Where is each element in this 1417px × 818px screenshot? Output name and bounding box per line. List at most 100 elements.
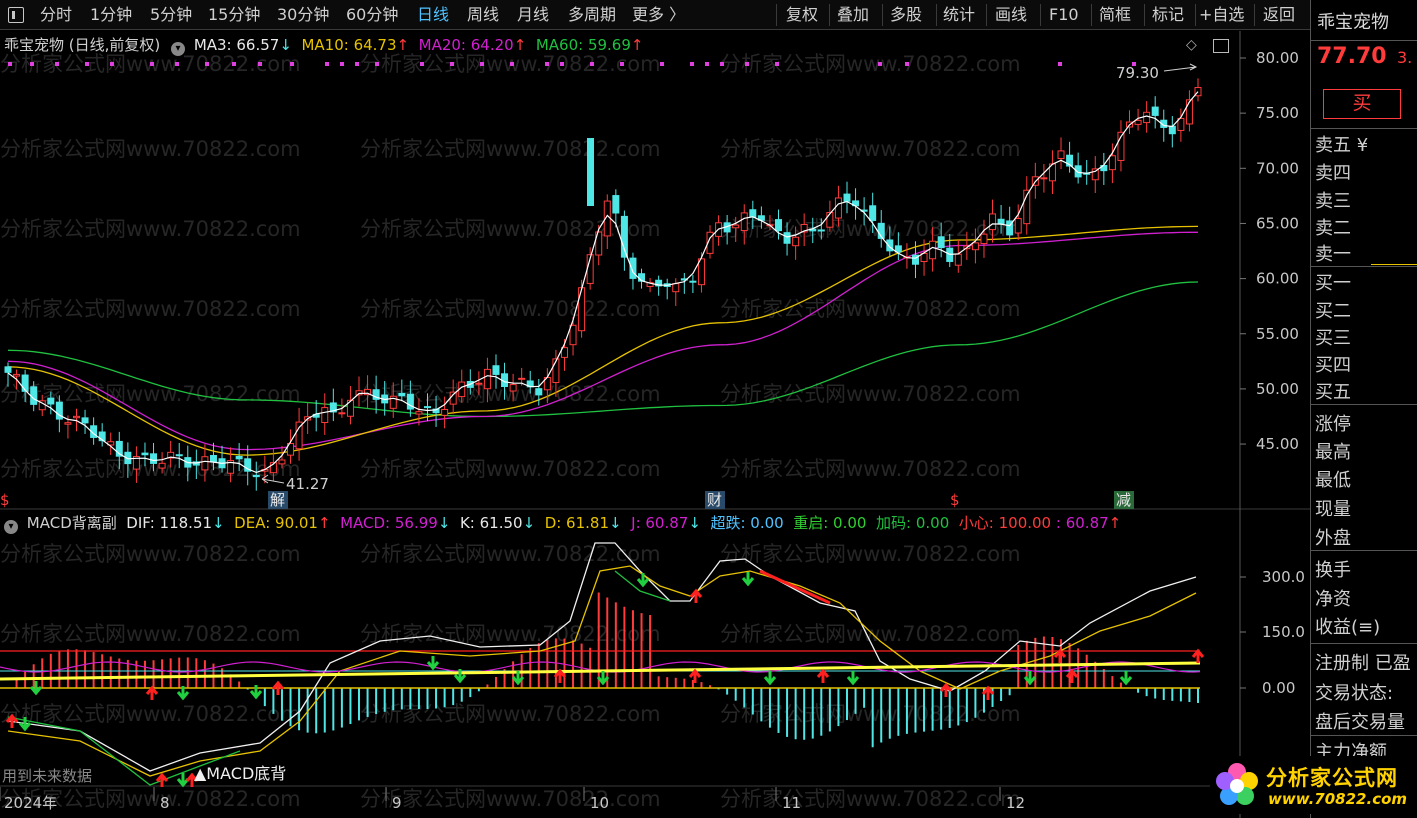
- tab-weekly[interactable]: 周线: [467, 0, 499, 30]
- sell-4: 卖四: [1315, 163, 1351, 184]
- tab-60min[interactable]: 60分钟: [346, 0, 398, 30]
- x-tick-label: 12: [1006, 794, 1025, 812]
- candle-body: [483, 368, 491, 390]
- btn-f10[interactable]: F10: [1049, 0, 1079, 30]
- btn-diejia[interactable]: 叠加: [837, 0, 869, 30]
- watermark-text: 分析家公式网www.70822.com: [720, 787, 1021, 811]
- down-arrow-icon: [741, 572, 755, 587]
- panel-toggle-icon[interactable]: [1213, 39, 1229, 53]
- toolbar-divider: [1195, 4, 1196, 26]
- signal-dot: [375, 62, 379, 66]
- main-legend: 乖宝宠物 (日线,前复权) ▾ MA3: 66.57↓ MA10: 64.73↑…: [4, 35, 643, 56]
- btn-add-watchlist[interactable]: +自选: [1199, 0, 1244, 30]
- site-logo: 分析家公式网 www.70822.com: [1210, 756, 1410, 814]
- ma3-label: MA3: 66.57: [193, 36, 280, 54]
- candle-body: [732, 224, 740, 229]
- sell-5: 卖五 ¥: [1315, 135, 1369, 156]
- candle-body: [954, 253, 962, 266]
- candle-body: [13, 373, 21, 377]
- chart-area[interactable]: 分析家公式网www.70822.com 分析家公式网www.70822.com 分析…: [0, 31, 1310, 818]
- tab-more[interactable]: 更多 〉: [632, 0, 685, 30]
- candle-body: [492, 365, 500, 375]
- signal-dot: [355, 62, 359, 66]
- toolbar-divider: [1144, 4, 1145, 26]
- chevron-circle-icon[interactable]: ▾: [4, 520, 18, 534]
- candle-body: [175, 454, 183, 457]
- candle-body: [629, 257, 637, 279]
- buy-4: 买四: [1315, 355, 1351, 376]
- jiama-label: 加码: 0.00: [876, 514, 950, 532]
- candle-body: [321, 407, 329, 424]
- candle-body: [475, 382, 483, 385]
- tab-fenshi[interactable]: 分时: [40, 0, 72, 30]
- sub-title[interactable]: MACD背离副: [27, 514, 117, 532]
- marker-dollar: $: [950, 491, 960, 509]
- btn-duogu[interactable]: 多股: [890, 0, 922, 30]
- signal-dot: [420, 62, 424, 66]
- candle-body: [72, 415, 80, 419]
- kline-chart[interactable]: 分析家公式网www.70822.com 分析家公式网www.70822.com 分析…: [0, 31, 1310, 818]
- chevron-circle-icon[interactable]: ▾: [171, 42, 186, 56]
- signal-dot: [1058, 62, 1062, 66]
- candle-body: [1074, 165, 1082, 178]
- btn-huaxian[interactable]: 画线: [995, 0, 1027, 30]
- watermark-text: 分析家公式网www.70822.com: [360, 457, 661, 481]
- signal-dot: [690, 62, 694, 66]
- watermark-text: 分析家公式网www.70822.com: [720, 297, 1021, 321]
- buy-1: 买一: [1315, 273, 1351, 294]
- price-marker-line: [1371, 264, 1417, 265]
- down-arrow-icon: [763, 671, 777, 686]
- high-arrow-icon: [1163, 63, 1198, 72]
- chaodie-label: 超跌: 0.00: [710, 514, 784, 532]
- tab-monthly[interactable]: 月线: [517, 0, 549, 30]
- watermark-text: 分析家公式网www.70822.com: [360, 542, 661, 566]
- candle-body: [47, 397, 55, 405]
- candle-body: [834, 197, 842, 219]
- candle-body: [612, 195, 620, 214]
- candle-body: [338, 412, 346, 415]
- tab-multi-period[interactable]: 多周期: [568, 0, 616, 30]
- btn-biaoji[interactable]: 标记: [1152, 0, 1184, 30]
- tab-daily[interactable]: 日线: [417, 0, 449, 30]
- btn-back[interactable]: 返回: [1263, 0, 1295, 30]
- tab-1min[interactable]: 1分钟: [90, 0, 132, 30]
- watermark-text: 分析家公式网www.70822.com: [720, 542, 1021, 566]
- watermark-text: 分析家公式网www.70822.com: [0, 702, 301, 726]
- candle-body: [569, 324, 577, 346]
- window-icon[interactable]: [8, 7, 24, 23]
- btn-jiankuang[interactable]: 简框: [1099, 0, 1131, 30]
- chongqi-label: 重启: 0.00: [793, 514, 867, 532]
- info-after-hours: 盘后交易量: [1315, 712, 1405, 733]
- candle-body: [398, 392, 406, 397]
- panel-divider: [1311, 40, 1417, 41]
- stat-earnings: 收益(≡): [1315, 617, 1381, 638]
- candle-body: [158, 462, 166, 469]
- tab-15min[interactable]: 15分钟: [208, 0, 260, 30]
- trend-line: [759, 569, 831, 605]
- tab-5min[interactable]: 5分钟: [150, 0, 192, 30]
- candle-body: [578, 287, 586, 332]
- high-price-label: 79.30: [1116, 64, 1159, 82]
- candle-body: [587, 138, 594, 206]
- stock-name: 乖宝宠物: [1317, 12, 1389, 33]
- signal-dot: [175, 62, 179, 66]
- d-label: D: 61.81: [544, 514, 610, 532]
- x-tick-label: 2024年: [4, 794, 57, 812]
- arrow-down-icon: ↓: [522, 514, 536, 532]
- down-arrow-icon: [29, 681, 43, 696]
- diamond-icon[interactable]: ◇: [1186, 37, 1197, 53]
- ma10-label: MA10: 64.73: [301, 36, 397, 54]
- tab-30min[interactable]: 30分钟: [277, 0, 329, 30]
- arrow-up-icon: ↑: [630, 36, 644, 54]
- buy-button[interactable]: 买: [1323, 89, 1401, 119]
- btn-fuquan[interactable]: 复权: [786, 0, 818, 30]
- candle-body: [4, 366, 12, 373]
- arrow-down-icon: ↓: [212, 514, 225, 532]
- ma-path: [7, 225, 1199, 456]
- candle-body: [509, 384, 517, 392]
- signal-dot: [745, 62, 749, 66]
- btn-tongji[interactable]: 统计: [943, 0, 975, 30]
- watermark-text: 分析家公式网www.70822.com: [0, 217, 301, 241]
- chart-title[interactable]: 乖宝宠物 (日线,前复权): [4, 36, 160, 54]
- flower-logo-icon: [1216, 763, 1258, 805]
